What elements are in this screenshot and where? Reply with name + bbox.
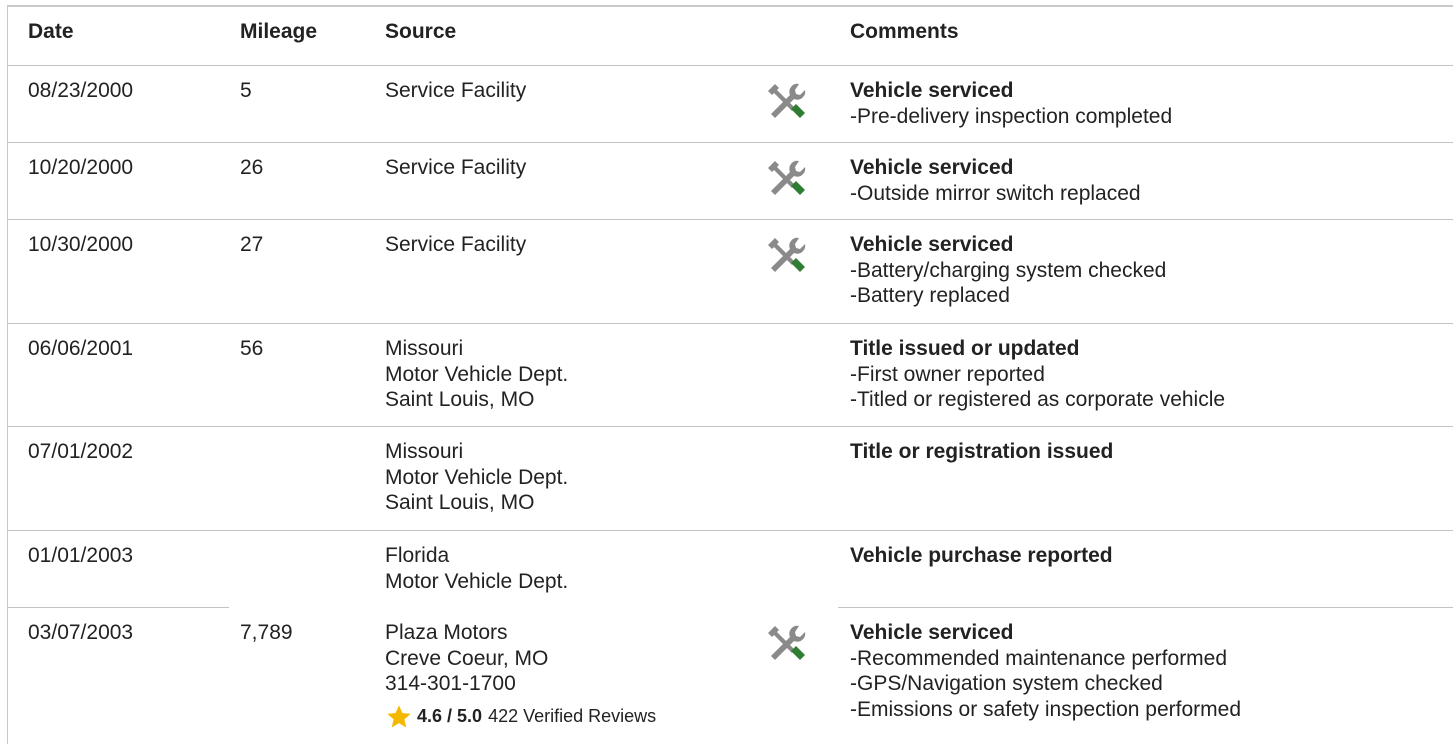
source-line: Florida xyxy=(385,544,450,567)
source-line: Motor Vehicle Dept. xyxy=(385,362,569,386)
source-line: Motor Vehicle Dept. xyxy=(385,465,569,489)
row-comments: Vehicle serviced -Pre-delivery inspectio… xyxy=(850,78,1172,129)
service-tools-icon xyxy=(765,157,809,201)
row-date: 07/01/2002 xyxy=(28,440,134,463)
comment-title: Vehicle serviced xyxy=(850,233,1014,256)
row-comments: Vehicle serviced -Outside mirror switch … xyxy=(850,155,1141,206)
source-line: Creve Coeur, MO xyxy=(385,646,549,670)
star-icon xyxy=(385,703,413,731)
dealer-review-rating[interactable]: 4.6 / 5.0 422 Verified Reviews xyxy=(385,703,656,731)
comment-line: -Recommended maintenance performed xyxy=(850,646,1228,670)
header-mileage: Mileage xyxy=(240,20,318,43)
row-comments: Vehicle purchase reported xyxy=(850,543,1113,569)
table-row: 01/01/2003 Florida Motor Vehicle Dept. V… xyxy=(8,531,1453,608)
row-source: Florida Motor Vehicle Dept. xyxy=(385,543,568,594)
row-date: 06/06/2001 xyxy=(28,337,134,360)
row-comments: Title or registration issued xyxy=(850,439,1113,465)
row-source: Service Facility xyxy=(385,232,526,258)
row-date: 10/30/2000 xyxy=(28,233,134,256)
source-line: Plaza Motors xyxy=(385,621,508,644)
review-score: 4.6 / 5.0 xyxy=(417,705,483,726)
row-date: 01/01/2003 xyxy=(28,544,134,567)
row-mileage: 56 xyxy=(240,337,264,360)
source-line: Saint Louis, MO xyxy=(385,388,535,411)
row-date: 10/20/2000 xyxy=(28,156,134,179)
source-line: Missouri xyxy=(385,440,464,463)
row-mileage: 26 xyxy=(240,156,264,179)
row-source: Missouri Motor Vehicle Dept. Saint Louis… xyxy=(385,439,568,516)
row-source: Service Facility xyxy=(385,155,526,181)
row-comments: Vehicle serviced -Recommended maintenanc… xyxy=(850,620,1241,722)
source-line: Service Facility xyxy=(385,233,527,256)
row-mileage: 7,789 xyxy=(240,621,293,644)
source-line: Service Facility xyxy=(385,79,527,102)
comment-title: Vehicle serviced xyxy=(850,79,1014,102)
review-count: 422 Verified Reviews xyxy=(488,705,657,726)
source-line: Motor Vehicle Dept. xyxy=(385,569,569,593)
table-row: 03/07/2003 7,789 Plaza Motors Creve Coeu… xyxy=(8,608,1453,744)
header-source: Source xyxy=(385,20,457,43)
source-line: Missouri xyxy=(385,337,464,360)
comment-line: -Titled or registered as corporate vehic… xyxy=(850,388,1226,411)
table-row: 08/23/2000 5 Service Facility Vehicle se… xyxy=(8,66,1453,143)
row-mileage: 27 xyxy=(240,233,264,256)
comment-title: Title issued or updated xyxy=(850,337,1080,360)
row-date: 08/23/2000 xyxy=(28,79,134,102)
comment-title: Vehicle purchase reported xyxy=(850,544,1113,567)
comment-line: -Emissions or safety inspection performe… xyxy=(850,697,1241,721)
comment-title: Title or registration issued xyxy=(850,440,1114,463)
source-line: Service Facility xyxy=(385,156,527,179)
row-comments: Title issued or updated -First owner rep… xyxy=(850,336,1225,413)
row-comments: Vehicle serviced -Battery/charging syste… xyxy=(850,232,1166,309)
row-date: 03/07/2003 xyxy=(28,621,134,644)
table-header: Date Mileage Source Comments xyxy=(8,7,1453,66)
source-line: Saint Louis, MO xyxy=(385,491,535,514)
table-row: 10/30/2000 27 Service Facility Vehicle s… xyxy=(8,220,1453,324)
comment-title: Vehicle serviced xyxy=(850,621,1014,644)
header-comments: Comments xyxy=(850,20,959,43)
header-date: Date xyxy=(28,20,74,43)
service-tools-icon xyxy=(765,80,809,124)
row-source: Service Facility xyxy=(385,78,526,104)
comment-line: -GPS/Navigation system checked xyxy=(850,672,1163,695)
table-row: 06/06/2001 56 Missouri Motor Vehicle Dep… xyxy=(8,324,1453,427)
comment-line: -Battery replaced xyxy=(850,284,1010,307)
comment-line: -Battery/charging system checked xyxy=(850,258,1167,282)
comment-line: -Outside mirror switch replaced xyxy=(850,181,1141,205)
comment-title: Vehicle serviced xyxy=(850,156,1014,179)
table-row: 07/01/2002 Missouri Motor Vehicle Dept. … xyxy=(8,427,1453,531)
source-line: 314-301-1700 xyxy=(385,672,516,695)
row-source: Plaza Motors Creve Coeur, MO 314-301-170… xyxy=(385,620,656,731)
service-tools-icon xyxy=(765,234,809,278)
row-mileage: 5 xyxy=(240,79,252,102)
row-source: Missouri Motor Vehicle Dept. Saint Louis… xyxy=(385,336,568,413)
comment-line: -Pre-delivery inspection completed xyxy=(850,104,1173,128)
comment-line: -First owner reported xyxy=(850,362,1045,386)
table-row: 10/20/2000 26 Service Facility Vehicle s… xyxy=(8,143,1453,220)
service-tools-icon xyxy=(765,622,809,666)
